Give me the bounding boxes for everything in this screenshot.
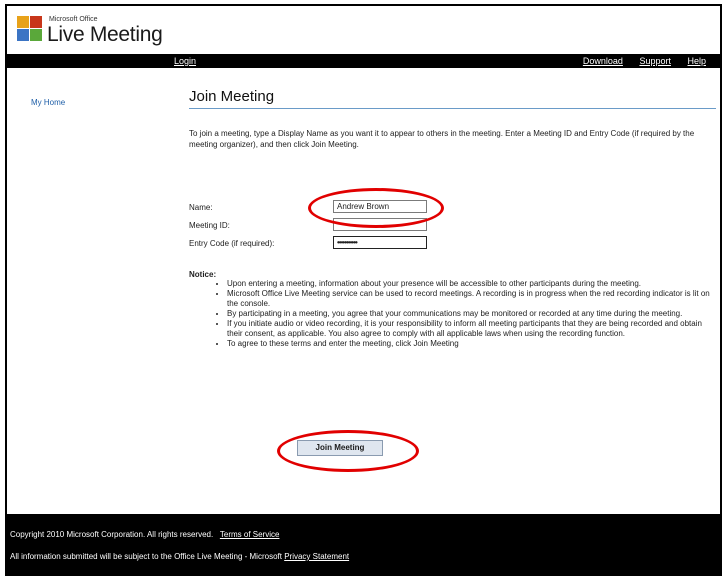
notice-item: By participating in a meeting, you agree…	[227, 309, 714, 319]
my-home-link[interactable]: My Home	[31, 98, 65, 107]
notice-item: Upon entering a meeting, information abo…	[227, 279, 714, 289]
name-label: Name:	[189, 203, 213, 212]
privacy-notice-text: All information submitted will be subjec…	[10, 552, 282, 561]
notice-item: Microsoft Office Live Meeting service ca…	[227, 289, 714, 309]
copyright-text: Copyright 2010 Microsoft Corporation. Al…	[10, 530, 214, 539]
footer: Copyright 2010 Microsoft Corporation. Al…	[7, 514, 720, 574]
help-link[interactable]: Help	[687, 56, 706, 66]
logo-square-blue	[17, 29, 29, 41]
entry-code-label: Entry Code (if required):	[189, 239, 275, 248]
notice-list: Upon entering a meeting, information abo…	[189, 279, 714, 349]
logo-title: Live Meeting	[47, 23, 163, 46]
meeting-id-input[interactable]	[333, 218, 427, 231]
support-link[interactable]: Support	[639, 56, 671, 66]
browser-frame: Microsoft Office Live Meeting Login Down…	[5, 4, 722, 576]
login-link[interactable]: Login	[174, 54, 196, 68]
terms-of-service-link[interactable]: Terms of Service	[220, 530, 280, 539]
footer-privacy: All information submitted will be subjec…	[10, 552, 349, 561]
intro-text: To join a meeting, type a Display Name a…	[189, 129, 695, 149]
notice-item: If you initiate audio or video recording…	[227, 319, 714, 339]
logo-square-orange	[17, 16, 29, 28]
entry-code-input[interactable]: •••••••••••	[333, 236, 427, 249]
download-link[interactable]: Download	[583, 56, 623, 66]
sidebar: My Home	[7, 68, 159, 518]
logo-square-red	[30, 16, 42, 28]
top-nav-bar: Login Download Support Help	[7, 54, 720, 68]
notice-item: To agree to these terms and enter the me…	[227, 339, 714, 349]
logo-small-text: Microsoft Office	[49, 16, 98, 23]
join-meeting-button[interactable]: Join Meeting	[297, 440, 383, 456]
footer-copyright: Copyright 2010 Microsoft Corporation. Al…	[10, 530, 279, 539]
notice-title: Notice:	[189, 270, 217, 279]
office-logo-icon	[17, 16, 45, 44]
title-divider	[189, 108, 716, 109]
live-meeting-logo[interactable]: Microsoft Office Live Meeting	[17, 14, 177, 50]
top-nav-links: Download Support Help	[569, 54, 706, 68]
notice-section: Notice: Upon entering a meeting, informa…	[189, 270, 714, 349]
name-input[interactable]: Andrew Brown	[333, 200, 427, 213]
header: Microsoft Office Live Meeting	[7, 6, 720, 54]
page-title: Join Meeting	[189, 88, 275, 105]
logo-square-green	[30, 29, 42, 41]
meeting-id-label: Meeting ID:	[189, 221, 230, 230]
privacy-statement-link[interactable]: Privacy Statement	[284, 552, 349, 561]
